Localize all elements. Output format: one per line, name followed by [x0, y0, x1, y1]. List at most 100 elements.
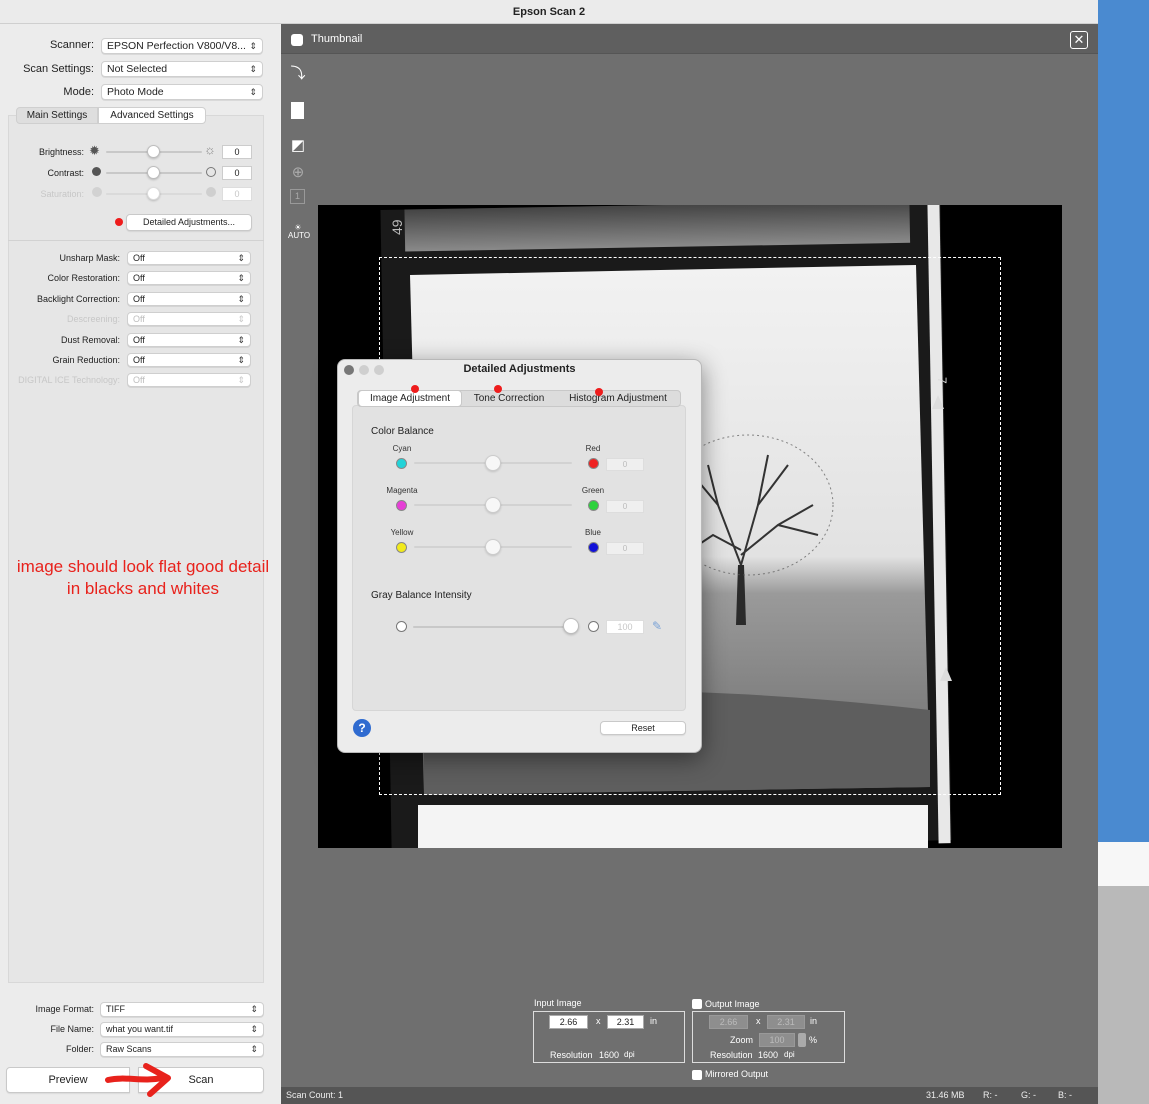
- add-marquee-icon[interactable]: ⊕: [288, 163, 308, 183]
- color-right-dot: [588, 500, 599, 511]
- option-select[interactable]: Off ⇕: [127, 353, 251, 367]
- dialog-title: Detailed Adjustments: [463, 363, 576, 375]
- updown-icon: ⇕: [237, 273, 245, 284]
- contrast-slider-knob[interactable]: [147, 166, 160, 179]
- copy-marquee-icon[interactable]: 1: [290, 189, 305, 204]
- background-window-gray: [1098, 886, 1149, 1104]
- gray-balance-value: 100: [606, 620, 644, 634]
- tab-image-adjustment[interactable]: Image Adjustment: [358, 390, 462, 407]
- folder-select[interactable]: Raw Scans ⇕: [100, 1042, 264, 1057]
- gray-balance-track[interactable]: [413, 626, 571, 628]
- brightness-label: Brightness:: [38, 147, 84, 157]
- status-bar: Scan Count: 1 31.46 MB R: - G: - B: -: [281, 1087, 1098, 1104]
- gray-balance-knob[interactable]: [563, 618, 579, 634]
- close-icon[interactable]: ✕: [1070, 31, 1088, 49]
- gray-low-icon: [396, 621, 407, 632]
- scan-settings-select[interactable]: Not Selected ⇕: [101, 61, 263, 77]
- updown-icon: ⇕: [237, 334, 245, 345]
- sun-dark-icon: ✹: [89, 143, 100, 158]
- help-icon[interactable]: ?: [353, 719, 371, 737]
- tab-histogram-adjustment[interactable]: Histogram Adjustment: [555, 390, 681, 407]
- mode-label: Mode:: [63, 86, 94, 98]
- color-balance-knob[interactable]: [485, 497, 501, 513]
- gray-high-icon: [588, 621, 599, 632]
- b-value: B: -: [1058, 1090, 1073, 1100]
- input-image-label: Input Image: [534, 998, 582, 1008]
- output-times: x: [756, 1016, 761, 1026]
- scanner-select[interactable]: EPSON Perfection V800/V8... ⇕: [101, 38, 263, 54]
- thumbnail-checkbox[interactable]: [291, 34, 303, 46]
- mode-select[interactable]: Photo Mode ⇕: [101, 84, 263, 100]
- color-right-dot: [588, 458, 599, 469]
- updown-icon: ⇕: [249, 41, 257, 51]
- saturation-low-icon: [92, 187, 102, 197]
- input-times: x: [596, 1016, 601, 1026]
- option-select: Off ⇕: [127, 373, 251, 388]
- color-right-label: Red: [585, 444, 601, 453]
- tab-main-settings[interactable]: Main Settings: [16, 107, 98, 124]
- output-resolution-label: Resolution: [710, 1050, 753, 1060]
- zoom-field: 100: [759, 1033, 795, 1047]
- tab-advanced-settings[interactable]: Advanced Settings: [98, 107, 206, 124]
- option-label: Dust Removal:: [60, 334, 120, 345]
- window-title: Epson Scan 2: [0, 0, 1098, 24]
- output-width-field: 2.66: [709, 1015, 748, 1029]
- option-select[interactable]: Off ⇕: [127, 251, 251, 265]
- rotate-icon[interactable]: ⤵: [288, 64, 308, 84]
- mirrored-checkbox[interactable]: [692, 1070, 702, 1080]
- option-label: DIGITAL ICE Technology:: [18, 375, 120, 386]
- color-left-dot: [396, 542, 407, 553]
- option-value: Off: [133, 375, 145, 386]
- input-height-field[interactable]: 2.31: [607, 1015, 644, 1029]
- color-balance-knob[interactable]: [485, 455, 501, 471]
- output-image-checkbox[interactable]: [692, 999, 702, 1009]
- file-name-select[interactable]: what you want.tif ⇕: [100, 1022, 264, 1037]
- option-label: Descreening:: [66, 314, 120, 325]
- scan-settings-label: Scan Settings:: [23, 63, 94, 75]
- reset-button[interactable]: Reset: [600, 721, 686, 735]
- brightness-value[interactable]: 0: [222, 145, 252, 159]
- output-resolution: 1600: [758, 1050, 779, 1060]
- color-left-dot: [396, 500, 407, 511]
- eyedropper-icon[interactable]: ✎: [652, 619, 662, 633]
- option-select[interactable]: Off ⇕: [127, 332, 251, 347]
- saturation-label: Saturation:: [40, 189, 84, 199]
- color-right-label: Blue: [584, 528, 601, 537]
- annotation-red-dot: [115, 218, 123, 226]
- annotation-line-2: in blacks and whites: [66, 579, 220, 598]
- color-left-label: Cyan: [392, 444, 412, 453]
- option-label: Grain Reduction:: [52, 355, 120, 365]
- option-value: Off: [133, 334, 145, 345]
- zoom-percent: %: [809, 1035, 818, 1045]
- option-select[interactable]: Off ⇕: [127, 271, 251, 286]
- color-right-dot: [588, 542, 599, 553]
- option-select: Off ⇕: [127, 312, 251, 327]
- main-settings-pane: [8, 115, 264, 983]
- saturation-value: 0: [222, 187, 252, 201]
- folder-label: Folder:: [65, 1044, 94, 1054]
- detailed-adjustments-button[interactable]: Detailed Adjustments...: [126, 214, 252, 231]
- option-value: Off: [133, 314, 145, 325]
- output-dpi: dpi: [784, 1050, 795, 1059]
- tab-tone-correction[interactable]: Tone Correction: [464, 390, 554, 407]
- color-balance-label: Color Balance: [371, 426, 434, 437]
- output-height-field: 2.31: [767, 1015, 805, 1029]
- image-format-select[interactable]: TIFF ⇕: [100, 1002, 264, 1017]
- annotation-red-dot: [411, 385, 419, 393]
- contrast-value[interactable]: 0: [222, 166, 252, 180]
- updown-icon: ⇕: [250, 1024, 258, 1034]
- flip-icon[interactable]: [291, 102, 304, 119]
- option-label: Backlight Correction:: [36, 293, 120, 304]
- auto-exposure-icon[interactable]: ☀ AUTO: [288, 224, 310, 244]
- saturation-high-icon: [206, 187, 216, 197]
- marquee-icon[interactable]: ◩: [288, 136, 308, 156]
- updown-icon: ⇕: [237, 293, 245, 304]
- color-balance-value: 0: [606, 458, 644, 471]
- color-balance-knob[interactable]: [485, 539, 501, 555]
- annotation-red-dot: [595, 388, 603, 396]
- brightness-slider-knob[interactable]: [147, 145, 160, 158]
- input-width-field[interactable]: 2.66: [549, 1015, 588, 1029]
- annotation-line-1: image should look flat good detail: [16, 557, 270, 576]
- option-select[interactable]: Off ⇕: [127, 291, 251, 306]
- file-name-label: File Name:: [50, 1024, 94, 1034]
